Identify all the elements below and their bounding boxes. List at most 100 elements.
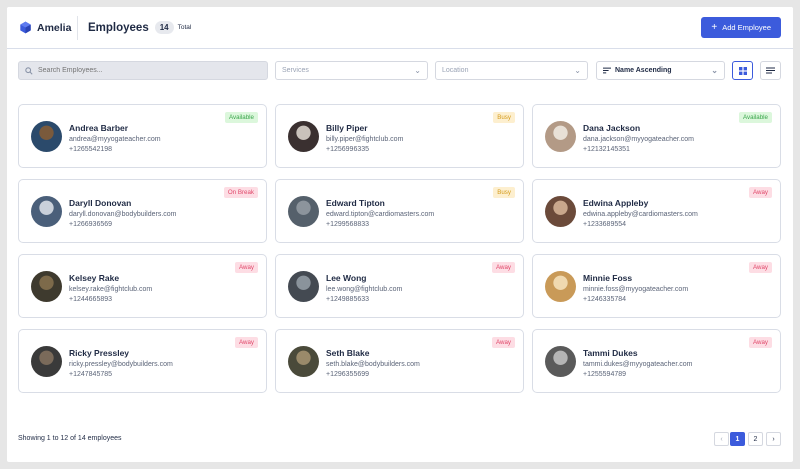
- employee-phone: +1233689554: [583, 221, 627, 228]
- employee-name: Edwina Appleby: [583, 198, 649, 208]
- employee-phone: +1246335784: [583, 296, 627, 303]
- grid-view-button[interactable]: [732, 61, 753, 80]
- employee-card[interactable]: Tammi Dukes tammi.dukes@myyogateacher.com…: [532, 329, 781, 393]
- status-badge: Away: [491, 262, 515, 273]
- employee-phone: +1299568833: [326, 221, 370, 228]
- employee-phone: +1247845785: [69, 371, 113, 378]
- employee-card[interactable]: Dana Jackson dana.jackson@myyogateacher.c…: [532, 104, 781, 168]
- location-placeholder: Location: [442, 67, 469, 74]
- chevron-down-icon: ⌄: [711, 66, 718, 75]
- employee-card[interactable]: Andrea Barber andrea@myyogateacher.com +12…: [18, 104, 267, 168]
- status-badge: Away: [748, 337, 772, 348]
- employee-card[interactable]: Kelsey Rake kelsey.rake@fightclub.com +124…: [18, 254, 267, 318]
- avatar: [31, 196, 62, 227]
- status-badge: Away: [748, 262, 772, 273]
- app-frame: Amelia Employees 14 Total + Add Employee…: [7, 7, 793, 462]
- employee-email: daryll.donovan@bodybuilders.com: [69, 211, 177, 218]
- employee-email: ricky.pressley@bodybuilders.com: [69, 361, 173, 368]
- employee-email: seth.blake@bodybuilders.com: [326, 361, 420, 368]
- avatar: [545, 346, 576, 377]
- prev-page-button[interactable]: ‹: [714, 432, 729, 446]
- page-2-button[interactable]: 2: [748, 432, 763, 446]
- plus-icon: +: [711, 21, 718, 33]
- employee-phone: +1249885633: [326, 296, 370, 303]
- employee-email: minnie.foss@myyogateacher.com: [583, 286, 689, 293]
- page-title: Employees: [88, 21, 149, 34]
- search-input[interactable]: [38, 67, 258, 74]
- employee-name: Minnie Foss: [583, 273, 633, 283]
- employee-name: Daryll Donovan: [69, 198, 132, 208]
- total-label: Total: [177, 24, 192, 31]
- status-badge: Away: [491, 337, 515, 348]
- employee-email: edwina.appleby@cardiomasters.com: [583, 211, 698, 218]
- employee-card[interactable]: Edwina Appleby edwina.appleby@cardiomaste…: [532, 179, 781, 243]
- add-employee-button[interactable]: + Add Employee: [701, 17, 781, 38]
- employee-email: lee.wong@fightclub.com: [326, 286, 403, 293]
- employee-name: Lee Wong: [326, 273, 367, 283]
- employee-email: kelsey.rake@fightclub.com: [69, 286, 153, 293]
- list-view-button[interactable]: [760, 61, 781, 80]
- services-select[interactable]: Services ⌄: [275, 61, 428, 80]
- sort-icon: [603, 67, 611, 74]
- employee-card[interactable]: Minnie Foss minnie.foss@myyogateacher.com…: [532, 254, 781, 318]
- search-box[interactable]: [18, 61, 268, 80]
- status-badge: Busy: [493, 112, 515, 123]
- employee-name: Seth Blake: [326, 348, 370, 358]
- employee-card[interactable]: Billy Piper billy.piper@fightclub.com +125…: [275, 104, 524, 168]
- avatar: [31, 271, 62, 302]
- employee-name: Tammi Dukes: [583, 348, 638, 358]
- status-badge: Away: [234, 337, 258, 348]
- app-name: Amelia: [37, 21, 72, 34]
- employee-card[interactable]: Seth Blake seth.blake@bodybuilders.com +12…: [275, 329, 524, 393]
- next-page-button[interactable]: ›: [766, 432, 781, 446]
- employee-name: Dana Jackson: [583, 123, 641, 133]
- amelia-logo-icon: [20, 21, 31, 34]
- status-badge: On Break: [223, 187, 258, 198]
- employee-name: Kelsey Rake: [69, 273, 120, 283]
- employee-name: Andrea Barber: [69, 123, 129, 133]
- list-view-icon: [766, 67, 775, 74]
- employee-email: dana.jackson@myyogateacher.com: [583, 136, 694, 143]
- grid-view-icon: [738, 66, 747, 75]
- app-logo[interactable]: Amelia: [19, 21, 77, 34]
- employee-card[interactable]: Ricky Pressley ricky.pressley@bodybuilder…: [18, 329, 267, 393]
- employee-phone: +12132145351: [583, 146, 630, 153]
- page-1-button[interactable]: 1: [730, 432, 745, 446]
- status-badge: Available: [739, 112, 772, 123]
- avatar: [288, 196, 319, 227]
- employee-phone: +1266936569: [69, 221, 113, 228]
- avatar: [31, 121, 62, 152]
- avatar: [288, 346, 319, 377]
- employee-card[interactable]: Daryll Donovan daryll.donovan@bodybuilder…: [18, 179, 267, 243]
- employee-phone: +1244665893: [69, 296, 113, 303]
- status-badge: Available: [225, 112, 258, 123]
- employee-phone: +1265542198: [69, 146, 113, 153]
- employee-email: tammi.dukes@myyogateacher.com: [583, 361, 693, 368]
- employee-email: andrea@myyogateacher.com: [69, 136, 161, 143]
- chevron-down-icon: ⌄: [414, 66, 421, 75]
- employee-card[interactable]: Lee Wong lee.wong@fightclub.com +124988563…: [275, 254, 524, 318]
- avatar: [288, 121, 319, 152]
- employee-email: billy.piper@fightclub.com: [326, 136, 404, 143]
- avatar: [31, 346, 62, 377]
- sort-select[interactable]: Name Ascending ⌄: [596, 61, 725, 80]
- status-badge: Busy: [493, 187, 515, 198]
- employee-count-badge: 14: [154, 21, 174, 34]
- employee-phone: +1256996335: [326, 146, 370, 153]
- avatar: [545, 121, 576, 152]
- employee-name: Billy Piper: [326, 123, 368, 133]
- header-divider: [77, 15, 78, 40]
- employee-card[interactable]: Edward Tipton edward.tipton@cardiomasters…: [275, 179, 524, 243]
- status-badge: Away: [748, 187, 772, 198]
- search-icon: [25, 66, 33, 75]
- location-select[interactable]: Location ⌄: [435, 61, 588, 80]
- top-bar: Amelia Employees 14 Total + Add Employee: [7, 7, 793, 49]
- services-placeholder: Services: [282, 67, 309, 74]
- employee-phone: +1296355699: [326, 371, 370, 378]
- status-badge: Away: [234, 262, 258, 273]
- filter-bar: Services ⌄ Location ⌄ Name Ascending ⌄: [18, 61, 782, 80]
- employee-email: edward.tipton@cardiomasters.com: [326, 211, 435, 218]
- sort-value: Name Ascending: [615, 67, 672, 74]
- add-employee-label: Add Employee: [722, 23, 771, 32]
- employee-phone: +1255594789: [583, 371, 627, 378]
